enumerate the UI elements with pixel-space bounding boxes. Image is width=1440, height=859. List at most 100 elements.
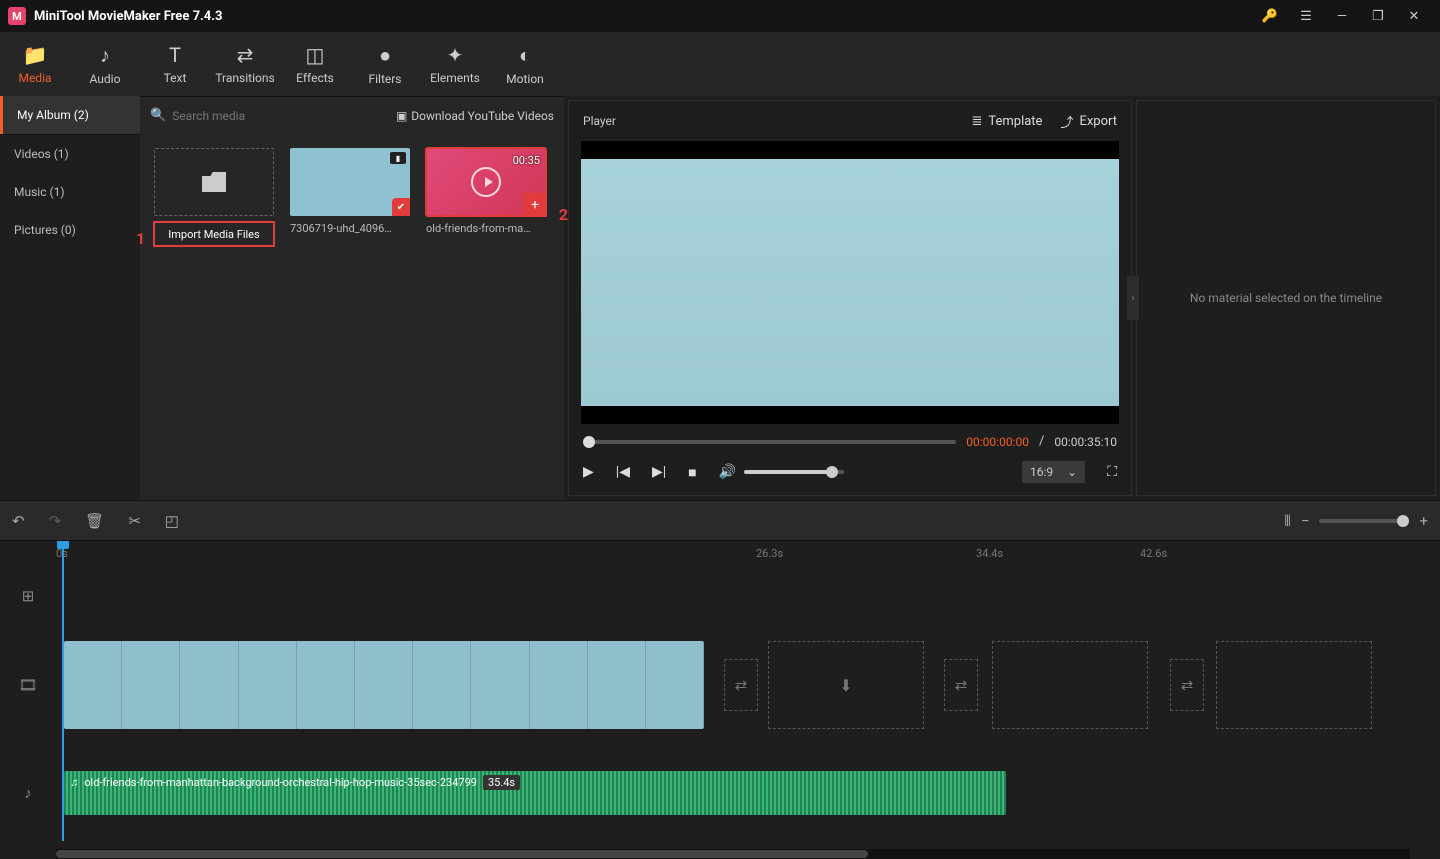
- sidebar-item-music[interactable]: Music (1): [0, 173, 140, 211]
- folder-icon: 📁: [23, 43, 48, 67]
- app-title: MiniTool MovieMaker Free 7.4.3: [34, 9, 223, 24]
- filters-icon: ●: [379, 43, 391, 68]
- titlebar: M MiniTool MovieMaker Free 7.4.3 🔑 ☰ — ❐…: [0, 0, 1440, 32]
- media-item-audio[interactable]: 00:35 + old-friends-from-ma… 2: [426, 148, 546, 246]
- player-title: Player: [583, 114, 616, 128]
- media-item-label: 7306719-uhd_4096…: [290, 222, 410, 235]
- export-button[interactable]: ⤴Export: [1060, 112, 1117, 131]
- close-button[interactable]: ✕: [1396, 0, 1432, 32]
- inspector-panel: › No material selected on the timeline: [1136, 100, 1436, 496]
- empty-clip-slot[interactable]: [1216, 641, 1372, 729]
- sidebar-item-pictures[interactable]: Pictures (0): [0, 211, 140, 249]
- import-dropzone[interactable]: [154, 148, 274, 216]
- zoom-out-button[interactable]: −: [1301, 512, 1310, 530]
- time-sep: /: [1039, 434, 1044, 449]
- magnetic-snap-icon[interactable]: ⦀: [1284, 512, 1291, 530]
- sidebar-item-my-album[interactable]: My Album (2): [0, 96, 140, 134]
- prev-frame-button[interactable]: |◀: [616, 464, 630, 480]
- tab-label: Filters: [368, 72, 401, 86]
- tab-label: Effects: [296, 71, 334, 85]
- add-to-timeline-button[interactable]: +: [524, 194, 546, 216]
- search-input[interactable]: [172, 109, 396, 123]
- video-clip[interactable]: [64, 641, 704, 729]
- time-scale[interactable]: 0s 26.3s 34.4s 42.6s: [56, 541, 1440, 567]
- audio-clip[interactable]: ♫ old-friends-from-manhattan-background-…: [64, 771, 1006, 815]
- app-icon: M: [8, 7, 26, 25]
- stop-button[interactable]: ■: [688, 464, 696, 481]
- hamburger-menu-icon[interactable]: ☰: [1288, 0, 1324, 32]
- callout-2: 2: [559, 205, 568, 224]
- timeline-body[interactable]: 0s 26.3s 34.4s 42.6s ⊞ 🎞 ⇄ ⬇ ⇄ ⇄: [0, 541, 1440, 859]
- track-head-audio: ♪: [0, 771, 56, 815]
- next-frame-button[interactable]: ▶|: [652, 464, 666, 480]
- text-icon: T: [169, 43, 181, 67]
- tab-elements[interactable]: ✦ Elements: [420, 32, 490, 96]
- tab-transitions[interactable]: ⇄ Transitions: [210, 32, 280, 96]
- folder-icon: [202, 172, 226, 192]
- time-current: 00:00:00:00: [966, 435, 1029, 449]
- split-button[interactable]: ✂: [128, 512, 141, 530]
- zoom-in-button[interactable]: +: [1419, 512, 1428, 530]
- zoom-slider[interactable]: [1319, 519, 1409, 523]
- layers-icon: ≣: [971, 114, 982, 129]
- transition-slot[interactable]: ⇄: [944, 659, 978, 711]
- crop-button[interactable]: ◰: [165, 512, 179, 530]
- tick: 34.4s: [976, 547, 1003, 560]
- tab-motion[interactable]: ◐ Motion: [490, 32, 560, 96]
- transition-slot[interactable]: ⇄: [724, 659, 758, 711]
- aspect-ratio-select[interactable]: 16:9 ⌄: [1022, 461, 1085, 483]
- delete-button[interactable]: 🗑: [85, 512, 104, 530]
- volume-slider[interactable]: [744, 470, 844, 474]
- tab-media[interactable]: 📁 Media: [0, 32, 70, 96]
- fullscreen-button[interactable]: ⛶: [1107, 464, 1117, 480]
- tick: 26.3s: [756, 547, 783, 560]
- chevron-down-icon: ⌄: [1067, 465, 1077, 479]
- aspect-ratio-value: 16:9: [1030, 465, 1053, 479]
- duration-badge: 00:35: [513, 154, 540, 167]
- undo-button[interactable]: ↶: [12, 512, 25, 530]
- tab-label: Transitions: [215, 71, 274, 85]
- progress-slider[interactable]: [583, 440, 956, 444]
- media-sidebar: Videos (1) Music (1) Pictures (0): [0, 134, 140, 500]
- track-head-add[interactable]: ⊞: [0, 571, 56, 621]
- transitions-icon: ⇄: [237, 43, 254, 67]
- sidebar-item-videos[interactable]: Videos (1): [0, 135, 140, 173]
- download-label: Download YouTube Videos: [411, 109, 554, 123]
- import-media-button[interactable]: Import Media Files: [154, 222, 274, 246]
- empty-clip-slot[interactable]: ⬇: [768, 641, 924, 729]
- tab-audio[interactable]: ♪ Audio: [70, 32, 140, 96]
- license-key-icon[interactable]: 🔑: [1252, 0, 1288, 32]
- playhead[interactable]: [62, 541, 64, 841]
- download-youtube-link[interactable]: ▣ Download YouTube Videos: [396, 109, 554, 123]
- audio-clip-duration: 35.4s: [483, 775, 520, 790]
- tab-filters[interactable]: ● Filters: [350, 32, 420, 96]
- empty-clip-slot[interactable]: [992, 641, 1148, 729]
- play-button[interactable]: ▶: [583, 464, 594, 480]
- video-thumbnail[interactable]: ▮ ✔: [290, 148, 410, 216]
- tick: 42.6s: [1140, 547, 1167, 560]
- media-item-video[interactable]: ▮ ✔ 7306719-uhd_4096…: [290, 148, 410, 246]
- maximize-button[interactable]: ❐: [1360, 0, 1396, 32]
- audio-thumbnail[interactable]: 00:35 +: [426, 148, 546, 216]
- transition-slot[interactable]: ⇄: [1170, 659, 1204, 711]
- tab-effects[interactable]: ◫ Effects: [280, 32, 350, 96]
- media-search-bar: 🔍 ▣ Download YouTube Videos: [140, 96, 564, 134]
- tab-text[interactable]: T Text: [140, 32, 210, 96]
- music-icon: [471, 167, 501, 197]
- check-icon: ✔: [392, 198, 410, 216]
- media-panel: My Album (2) 🔍 ▣ Download YouTube Videos…: [0, 96, 564, 500]
- tab-label: Elements: [430, 71, 480, 85]
- callout-1: 1: [136, 229, 145, 248]
- timeline-scrollbar[interactable]: [56, 849, 1410, 859]
- tab-label: Motion: [506, 72, 544, 86]
- preview-viewport[interactable]: [581, 141, 1119, 424]
- import-media-card[interactable]: Import Media Files 1: [154, 148, 274, 246]
- volume-icon[interactable]: 🔊: [719, 464, 736, 480]
- redo-button[interactable]: ↷: [49, 512, 62, 530]
- template-button[interactable]: ≣Template: [971, 112, 1042, 131]
- inspector-empty-message: No material selected on the timeline: [1137, 101, 1435, 495]
- music-note-icon: ♫: [70, 776, 78, 789]
- minimize-button[interactable]: —: [1324, 0, 1360, 32]
- tab-label: Text: [164, 71, 187, 85]
- audio-icon: ♪: [100, 43, 110, 68]
